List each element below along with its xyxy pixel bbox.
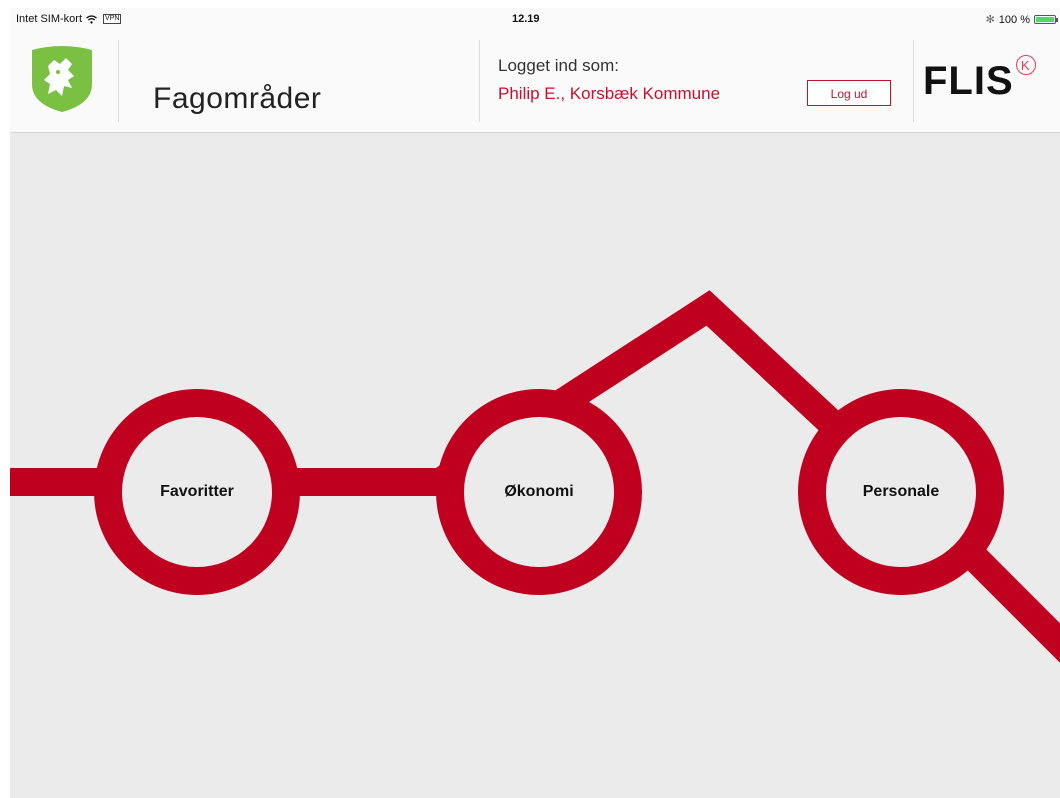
battery-icon [1034,15,1058,24]
node-favoritter[interactable]: Favoritter [94,389,300,595]
brand-name: FLIS [923,59,1014,103]
app-screen: Intet SIM-kort VPN 12.19 ✻ 100 % Fagområ… [0,0,1060,798]
bluetooth-icon: ✻ [985,14,995,26]
battery-percent: 100 % [998,13,1030,26]
status-right: ✻ 100 % [985,13,1058,26]
app-header: Fagområder Logget ind som: Philip E., Ko… [10,34,1060,133]
node-okonomi[interactable]: Økonomi [436,389,642,595]
header-divider [479,40,480,122]
wifi-icon [86,14,97,24]
lion-crest-icon[interactable] [28,44,96,114]
node-personale[interactable]: Personale [798,389,1004,595]
node-label: Økonomi [504,483,574,500]
vpn-badge: VPN [103,14,122,24]
carrier-label: Intet SIM-kort [16,13,83,25]
header-divider [913,40,914,122]
node-label: Personale [862,483,940,500]
status-left: Intet SIM-kort VPN [16,13,122,25]
status-time: 12.19 [512,13,540,25]
route-map: Favoritter Økonomi Personale [10,133,1060,798]
header-divider [118,40,119,122]
status-bar: Intet SIM-kort VPN 12.19 ✻ 100 % [10,8,1060,34]
logged-in-label: Logget ind som: [498,56,619,75]
node-label: Favoritter [160,483,234,500]
brand-logo: FLIS K [923,55,1036,104]
logout-button[interactable]: Log ud [807,80,891,106]
brand-mark: K [1015,55,1036,75]
user-name: Philip E., Korsbæk Kommune [498,84,721,103]
page-title: Fagområder [153,82,322,115]
battery-fill [1036,17,1054,22]
